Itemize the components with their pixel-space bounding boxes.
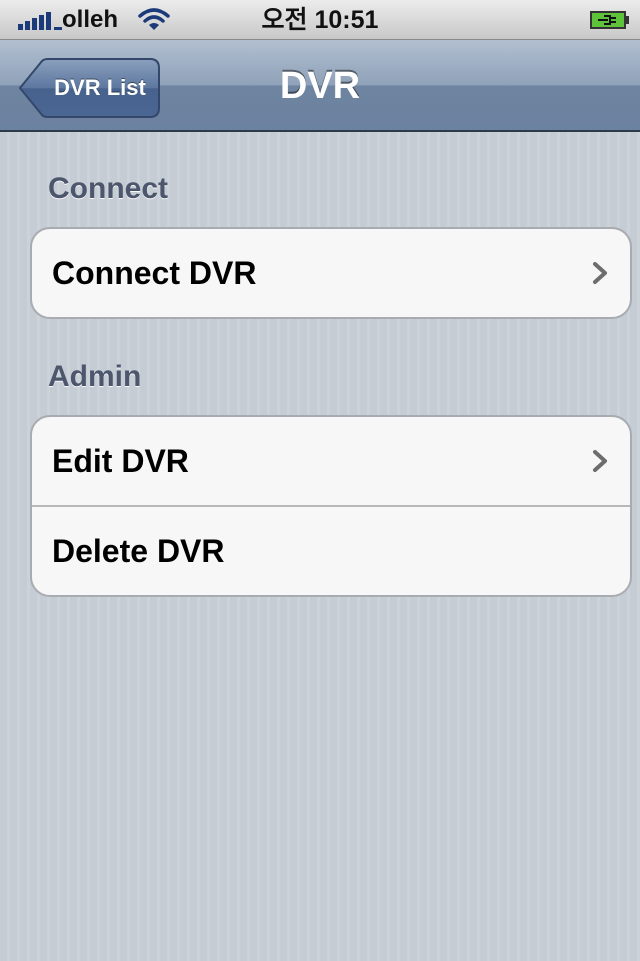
chevron-right-icon (592, 449, 608, 473)
status-time: 오전 10:51 (261, 6, 379, 34)
delete-dvr-label: Delete DVR (52, 533, 225, 569)
connect-dvr-label: Connect DVR (52, 255, 257, 291)
status-bar: olleh 오전 10:51 (0, 0, 640, 40)
back-button-label: DVR List (54, 75, 146, 100)
section-header-admin: Admin (48, 360, 142, 393)
section-header-connect: Connect (48, 172, 168, 205)
admin-group: Edit DVR Delete DVR (30, 415, 632, 597)
connect-dvr-row[interactable]: Connect DVR (32, 229, 630, 317)
battery-charging-icon (590, 10, 630, 30)
delete-dvr-row[interactable]: Delete DVR (32, 505, 630, 593)
chevron-right-icon (592, 261, 608, 285)
connect-group: Connect DVR (30, 227, 632, 319)
back-button[interactable]: DVR List (18, 58, 160, 118)
navigation-bar: DVR DVR List (0, 40, 640, 132)
edit-dvr-label: Edit DVR (52, 443, 189, 479)
edit-dvr-row[interactable]: Edit DVR (32, 417, 630, 505)
